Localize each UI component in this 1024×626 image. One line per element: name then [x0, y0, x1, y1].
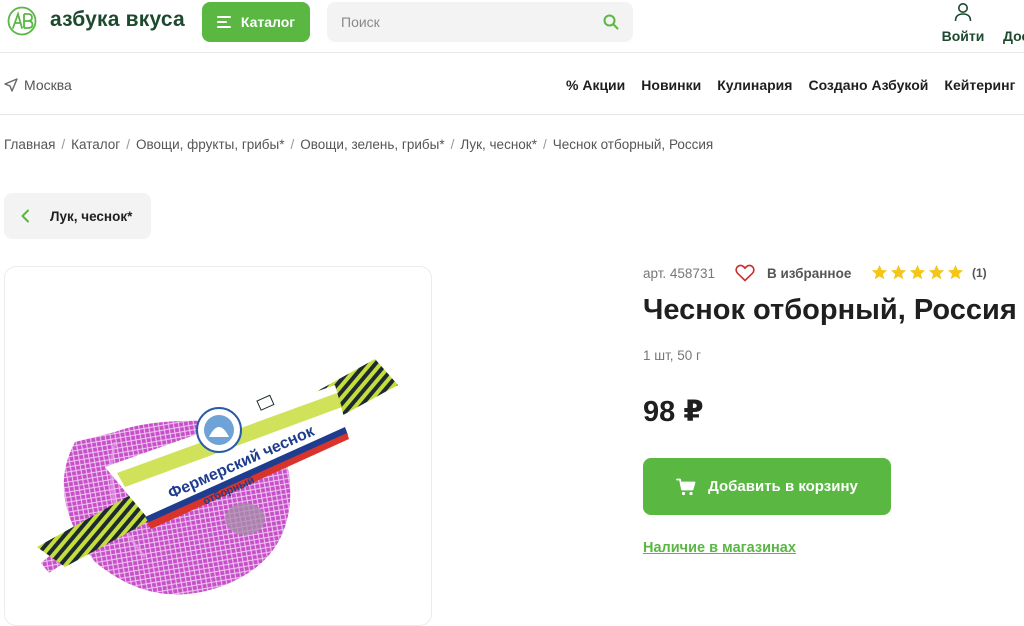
- city-selector[interactable]: Москва: [4, 77, 72, 93]
- star-icon: [890, 264, 907, 280]
- cart-icon: [676, 478, 696, 495]
- nav-promotions[interactable]: % Акции: [566, 77, 625, 93]
- user-icon: [954, 3, 972, 22]
- catalog-button-label: Каталог: [240, 14, 296, 30]
- product-image[interactable]: Фермерский чеснок отборный: [4, 266, 432, 626]
- product-price: 98 ₽: [643, 396, 704, 428]
- header-divider: [0, 52, 1024, 53]
- breadcrumb-current: Чеснок отборный, Россия: [552, 137, 714, 152]
- location-arrow-icon: [4, 78, 18, 92]
- favorites-label: В избранное: [767, 265, 852, 281]
- nav-catering[interactable]: Кейтеринг: [944, 77, 1015, 93]
- nav-divider: [0, 114, 1024, 115]
- menu-icon: [216, 16, 231, 28]
- login-button[interactable]: Войти: [940, 2, 986, 44]
- back-to-category-button[interactable]: Лук, чеснок*: [4, 193, 151, 239]
- city-label: Москва: [24, 77, 72, 93]
- search-icon[interactable]: [603, 14, 619, 33]
- breadcrumb-catalog[interactable]: Каталог: [71, 137, 120, 152]
- catalog-button[interactable]: Каталог: [202, 2, 310, 42]
- nav-new[interactable]: Новинки: [641, 77, 701, 93]
- star-icon: [909, 264, 926, 280]
- product-rating[interactable]: (1): [871, 264, 987, 281]
- heart-icon: [735, 264, 755, 282]
- add-to-cart-label: Добавить в корзину: [708, 478, 858, 495]
- add-to-cart-button[interactable]: Добавить в корзину: [643, 458, 891, 515]
- product-sku: арт. 458731: [643, 266, 715, 281]
- nav-cooking[interactable]: Кулинария: [717, 77, 792, 93]
- add-to-favorites-button[interactable]: В избранное: [735, 264, 851, 282]
- logo-text[interactable]: азбука вкуса: [50, 8, 185, 32]
- delivery-link[interactable]: Дос: [1003, 28, 1024, 44]
- rating-count: (1): [972, 265, 987, 280]
- login-label: Войти: [941, 28, 985, 44]
- nav-own-brand[interactable]: Создано Азбукой: [808, 77, 928, 93]
- breadcrumb-onion-garlic[interactable]: Лук, чеснок*: [460, 137, 537, 152]
- breadcrumb: Главная / Каталог / Овощи, фрукты, грибы* / Ов…: [4, 137, 714, 152]
- breadcrumb-home[interactable]: Главная: [4, 137, 55, 152]
- store-availability-link[interactable]: Наличие в магазинах: [643, 540, 796, 556]
- search-input[interactable]: Поиск: [327, 2, 633, 42]
- main-nav: % Акции Новинки Кулинария Создано Азбуко…: [566, 77, 1024, 93]
- logo-icon[interactable]: [4, 6, 40, 36]
- star-icon: [947, 264, 964, 280]
- breadcrumb-produce[interactable]: Овощи, фрукты, грибы*: [136, 137, 285, 152]
- star-icon: [871, 264, 888, 280]
- product-title: Чеснок отборный, Россия: [643, 294, 1017, 326]
- search-placeholder: Поиск: [341, 14, 380, 30]
- product-weight: 1 шт, 50 г: [643, 348, 701, 363]
- breadcrumb-vegetables[interactable]: Овощи, зелень, грибы*: [300, 137, 444, 152]
- chevron-left-icon: [21, 209, 29, 223]
- back-chip-label: Лук, чеснок*: [50, 208, 133, 224]
- star-icon: [928, 264, 945, 280]
